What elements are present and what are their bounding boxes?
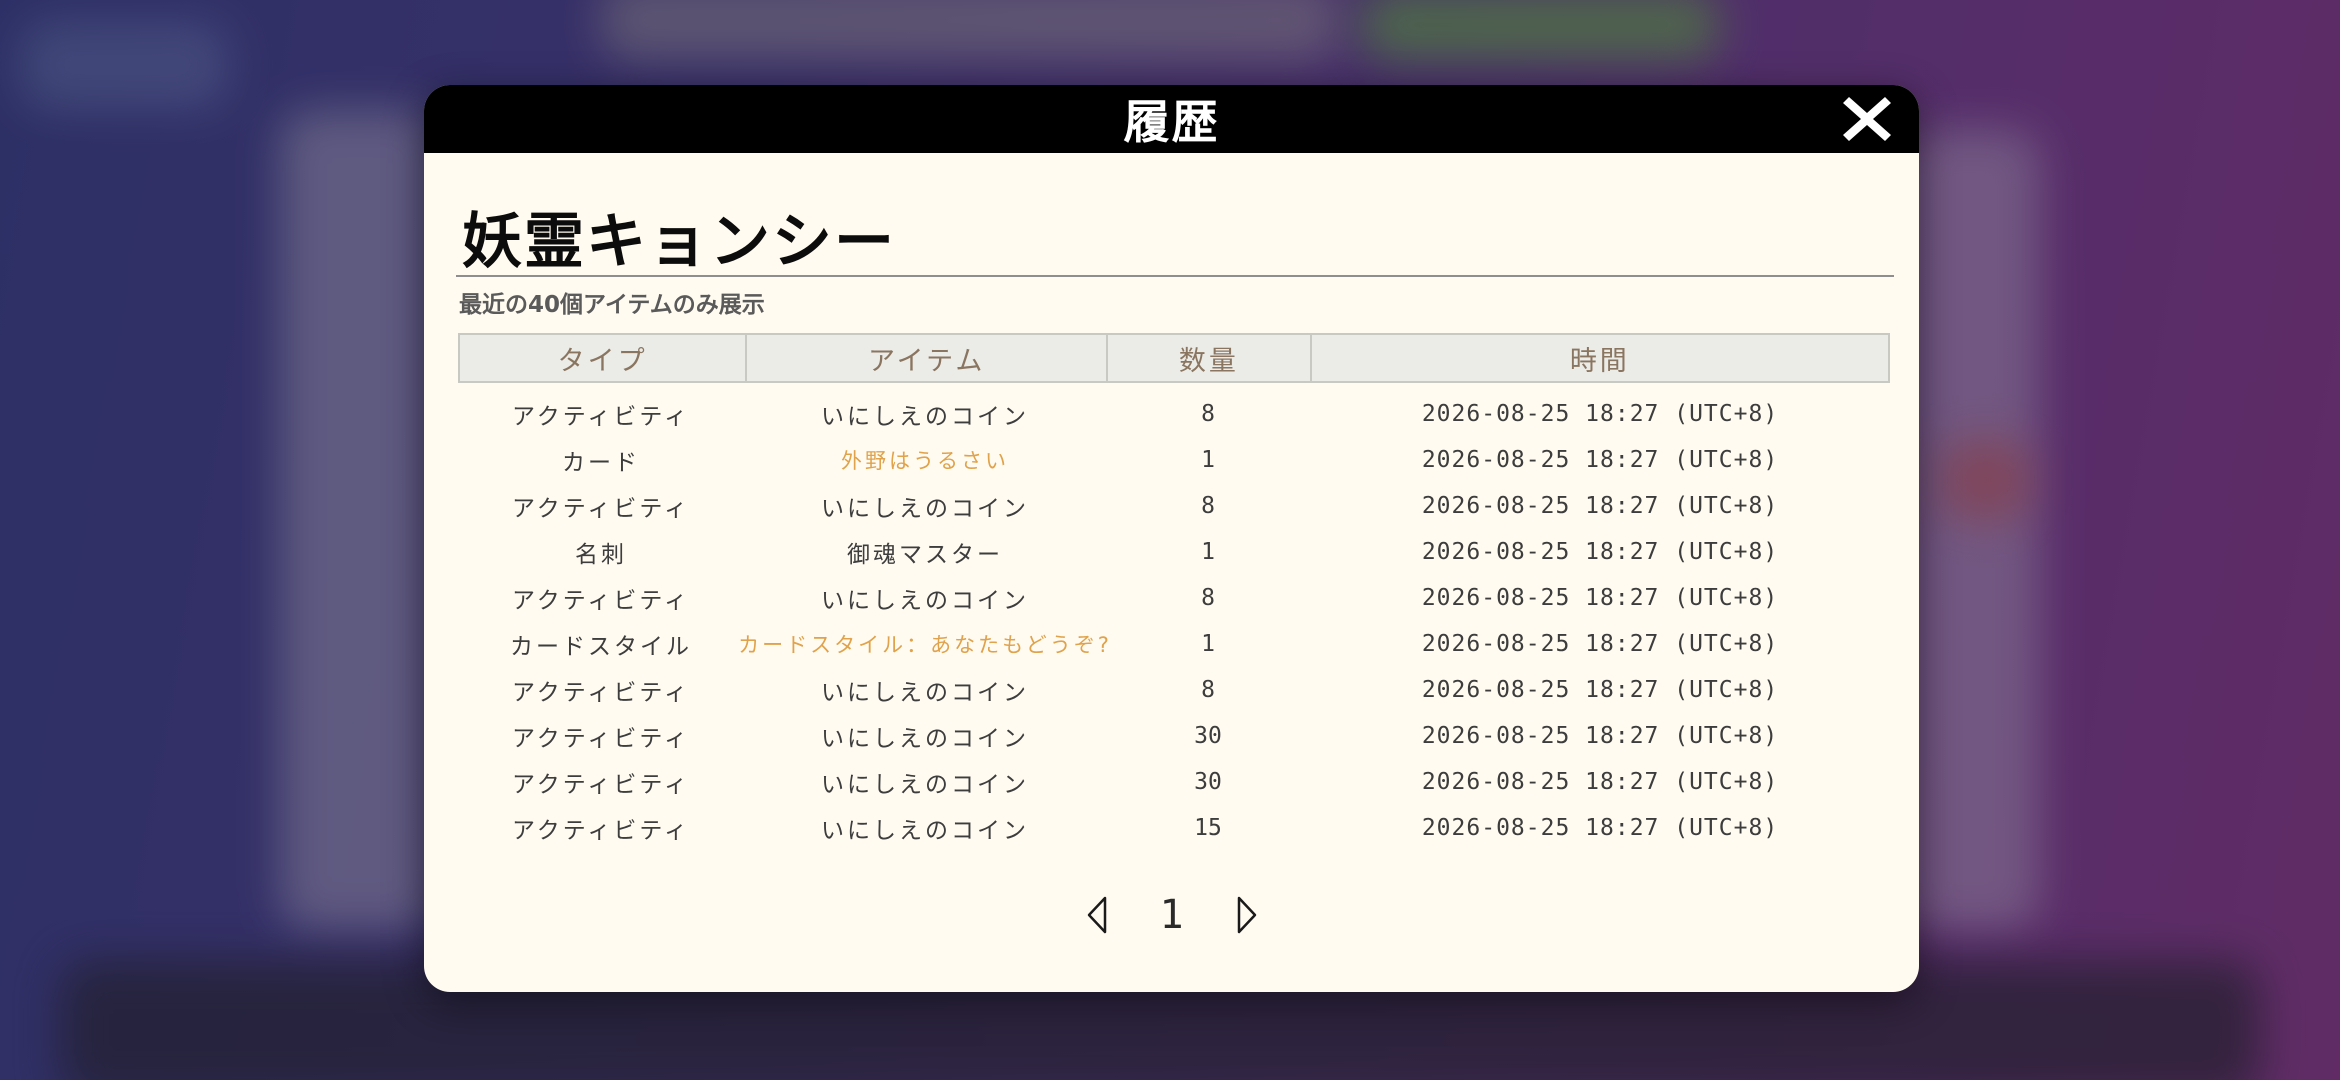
cell-qty: 1 xyxy=(1201,447,1215,473)
cell-item: カードスタイル：あなたもどうぞ? xyxy=(738,633,1112,657)
cell-type: アクティビティ xyxy=(511,726,691,752)
cell-item: 御魂マスター xyxy=(847,542,1003,568)
cell-time: 2026-08-25 18:27 (UTC+8) xyxy=(1421,631,1779,657)
table-row: アクティビティ いにしえのコイン 30 2026-08-25 18:27 (UTC+8… xyxy=(458,759,1890,805)
cell-item: いにしえのコイン xyxy=(821,588,1029,614)
close-button[interactable] xyxy=(1839,91,1895,147)
prev-page-icon xyxy=(1087,896,1106,934)
cell-item: いにしえのコイン xyxy=(821,772,1029,798)
cell-item: いにしえのコイン xyxy=(821,726,1029,752)
table-row: アクティビティ いにしえのコイン 8 2026-08-25 18:27 (UTC+8) xyxy=(458,483,1890,529)
history-table: タイプ アイテム 数量 時間 アクティビティ いにしえのコイン 8 2026-08-2… xyxy=(458,333,1890,851)
cell-qty: 1 xyxy=(1201,539,1215,565)
header-qty: 数量 xyxy=(1106,335,1309,381)
cell-qty: 8 xyxy=(1201,401,1215,427)
cell-qty: 15 xyxy=(1194,815,1222,841)
table-row: カード 外野はうるさい 1 2026-08-25 18:27 (UTC+8) xyxy=(458,437,1890,483)
table-row: カードスタイル カードスタイル：あなたもどうぞ? 1 2026-08-25 18:27… xyxy=(458,621,1890,667)
cell-time: 2026-08-25 18:27 (UTC+8) xyxy=(1421,539,1779,565)
cell-time: 2026-08-25 18:27 (UTC+8) xyxy=(1421,401,1779,427)
cell-qty: 30 xyxy=(1194,723,1222,749)
cell-type: アクティビティ xyxy=(511,496,691,522)
title-divider xyxy=(456,275,1894,277)
cell-qty: 8 xyxy=(1201,493,1215,519)
cell-type: アクティビティ xyxy=(511,818,691,844)
table-row: アクティビティ いにしえのコイン 8 2026-08-25 18:27 (UTC+8) xyxy=(458,575,1890,621)
cell-time: 2026-08-25 18:27 (UTC+8) xyxy=(1421,585,1779,611)
cell-type: アクティビティ xyxy=(511,404,691,430)
table-body: アクティビティ いにしえのコイン 8 2026-08-25 18:27 (UTC+8)… xyxy=(458,383,1890,851)
next-page-icon xyxy=(1237,896,1256,934)
cell-item: いにしえのコイン xyxy=(821,404,1029,430)
cell-item: いにしえのコイン xyxy=(821,496,1029,522)
cell-qty: 8 xyxy=(1201,677,1215,703)
close-icon xyxy=(1843,97,1891,141)
cell-type: アクティビティ xyxy=(511,772,691,798)
cell-item: 外野はうるさい xyxy=(841,449,1009,473)
cell-time: 2026-08-25 18:27 (UTC+8) xyxy=(1421,815,1779,841)
cell-time: 2026-08-25 18:27 (UTC+8) xyxy=(1421,447,1779,473)
cell-time: 2026-08-25 18:27 (UTC+8) xyxy=(1421,677,1779,703)
cell-qty: 8 xyxy=(1201,585,1215,611)
cell-time: 2026-08-25 18:27 (UTC+8) xyxy=(1421,493,1779,519)
cell-item: いにしえのコイン xyxy=(821,818,1029,844)
history-dialog: 履歴 妖霊キョンシー 最近の40個アイテムのみ展示 タイプ アイテム 数量 時間… xyxy=(424,85,1919,992)
cell-type: アクティビティ xyxy=(511,588,691,614)
table-row: アクティビティ いにしえのコイン 15 2026-08-25 18:27 (UTC+8… xyxy=(458,805,1890,851)
table-header: タイプ アイテム 数量 時間 xyxy=(458,333,1890,383)
header-type: タイプ xyxy=(557,345,648,377)
cell-type: カードスタイル xyxy=(510,634,692,660)
cell-type: 名刺 xyxy=(575,542,627,568)
header-item: アイテム xyxy=(745,335,1106,381)
cell-qty: 1 xyxy=(1201,631,1215,657)
cell-qty: 30 xyxy=(1194,769,1222,795)
cell-type: アクティビティ xyxy=(511,680,691,706)
table-row: アクティビティ いにしえのコイン 30 2026-08-25 18:27 (UTC+8… xyxy=(458,713,1890,759)
cell-type: カード xyxy=(562,450,640,476)
table-row: 名刺 御魂マスター 1 2026-08-25 18:27 (UTC+8) xyxy=(458,529,1890,575)
table-row: アクティビティ いにしえのコイン 8 2026-08-25 18:27 (UTC+8) xyxy=(458,391,1890,437)
next-page-button[interactable] xyxy=(1227,891,1267,939)
dialog-header: 履歴 xyxy=(424,85,1919,153)
character-name: 妖霊キョンシー xyxy=(462,207,896,277)
current-page-number: 1 xyxy=(1159,892,1184,938)
header-time: 時間 xyxy=(1309,335,1888,381)
pagination: 1 xyxy=(424,885,1919,945)
cell-time: 2026-08-25 18:27 (UTC+8) xyxy=(1421,769,1779,795)
cell-time: 2026-08-25 18:27 (UTC+8) xyxy=(1421,723,1779,749)
prev-page-button[interactable] xyxy=(1077,891,1117,939)
history-note: 最近の40個アイテムのみ展示 xyxy=(459,292,765,318)
cell-item: いにしえのコイン xyxy=(821,680,1029,706)
table-row: アクティビティ いにしえのコイン 8 2026-08-25 18:27 (UTC+8) xyxy=(458,667,1890,713)
dialog-title: 履歴 xyxy=(1123,95,1220,149)
